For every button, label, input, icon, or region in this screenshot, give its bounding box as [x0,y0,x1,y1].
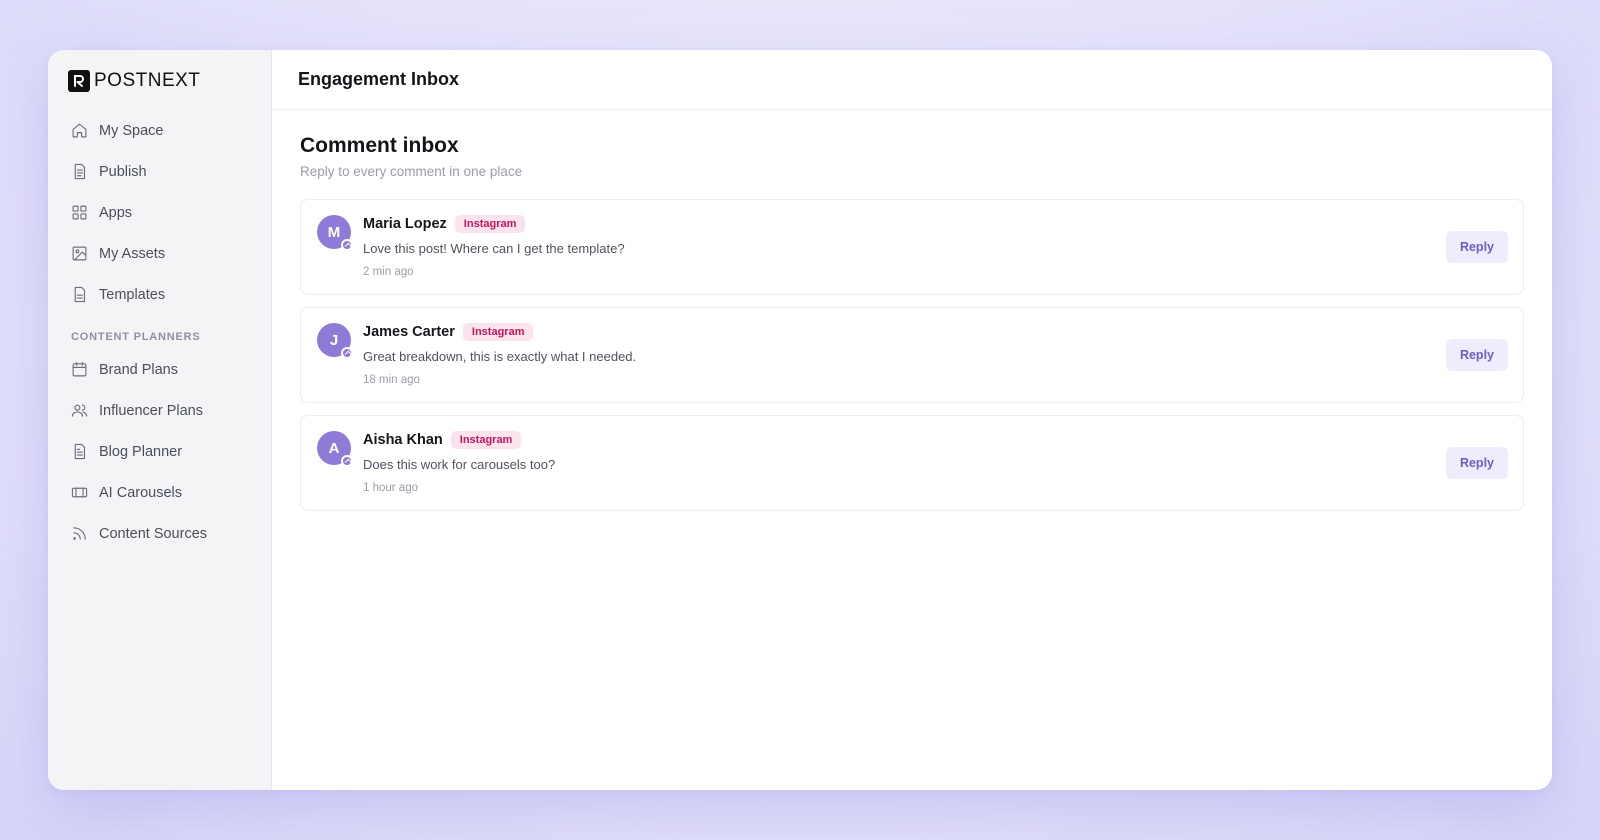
sidebar-item-brand-plans[interactable]: Brand Plans [68,349,251,390]
comment-timestamp: 18 min ago [363,374,420,386]
sidebar-item-label: Apps [99,204,133,221]
avatar: J [317,323,353,359]
sidebar: POSTNEXT My Space Publish Apps My Assets… [48,50,272,790]
sidebar-item-my-assets[interactable]: My Assets [68,233,251,274]
sidebar-item-label: My Space [99,122,164,139]
sidebar-item-label: AI Carousels [99,484,183,501]
commenter-name: Aisha Khan [363,432,443,448]
image-icon [72,246,87,261]
avatar-initial: M [327,223,341,241]
avatar-initial: A [328,439,340,457]
rss-icon [73,527,86,540]
platform-badge: Instagram [454,215,526,233]
calendar-icon [72,361,87,377]
sidebar-item-my-space[interactable]: My Space [68,110,251,151]
commenter-name: Maria Lopez [363,216,447,232]
comment-timestamp: 1 hour ago [363,482,418,494]
page-header: Engagement Inbox [272,50,1552,110]
sidebar-item-publish[interactable]: Publish [68,151,251,192]
main-panel: Engagement Inbox Comment inbox Reply to … [272,50,1552,790]
document-icon [74,163,86,180]
platform-link-icon [341,239,353,251]
comment-body: Aisha Khan Instagram Does this work for … [363,431,555,494]
comment-body: James Carter Instagram Great breakdown, … [363,323,636,386]
page-subtitle: Reply to every comment in one place [300,164,523,179]
sidebar-item-apps[interactable]: Apps [68,192,251,233]
reply-button[interactable]: Reply [1445,447,1508,479]
page-title: Comment inbox [300,134,459,157]
sidebar-item-blog-planner[interactable]: Blog Planner [68,431,251,472]
commenter-name: James Carter [363,324,455,340]
users-icon [71,404,88,417]
comment-card: A Aisha Khan Instagram Does this work fo… [300,415,1524,511]
sidebar-item-content-sources[interactable]: Content Sources [68,513,251,554]
window-title: Engagement Inbox [298,69,460,89]
sidebar-item-label: Publish [99,163,147,180]
sidebar-item-influencer-plans[interactable]: Influencer Plans [68,390,251,431]
comment-timestamp: 2 min ago [363,266,414,278]
sidebar-item-ai-carousels[interactable]: AI Carousels [68,472,251,513]
reply-button[interactable]: Reply [1445,339,1508,371]
carousel-icon [71,487,88,498]
avatar-initial: J [329,331,339,349]
comment-body: Maria Lopez Instagram Love this post! Wh… [363,215,625,278]
sidebar-item-label: Brand Plans [99,361,178,378]
section-label-content-planners: CONTENT PLANNERS [71,331,201,343]
platform-badge: Instagram [462,323,534,341]
app-window: POSTNEXT My Space Publish Apps My Assets… [48,50,1552,790]
file-icon [74,286,86,303]
sidebar-item-label: Templates [99,286,166,303]
reply-button[interactable]: Reply [1445,231,1508,263]
sidebar-item-label: Blog Planner [99,443,183,460]
platform-link-icon [341,455,353,467]
platform-link-icon [341,347,353,359]
sidebar-item-label: My Assets [99,245,166,262]
home-icon [72,123,87,138]
comment-list: M Maria Lopez Instagram Love this post! … [300,199,1524,511]
comment-text: Great breakdown, this is exactly what I … [363,349,637,364]
sidebar-item-label: Content Sources [99,525,208,542]
postnext-logo-icon [68,70,90,92]
avatar: A [317,431,353,467]
comment-text: Love this post! Where can I get the temp… [363,241,625,256]
brand-logo[interactable]: POSTNEXT [68,70,251,92]
grid-icon [72,205,87,220]
platform-badge: Instagram [450,431,522,449]
comment-card: J James Carter Instagram Great breakdown… [300,307,1524,403]
sidebar-item-templates[interactable]: Templates [68,274,251,315]
brand-name: POSTNEXT [94,70,201,91]
avatar: M [317,215,353,251]
file-text-icon [74,443,86,460]
sidebar-item-label: Influencer Plans [99,402,203,419]
comment-text: Does this work for carousels too? [363,457,556,472]
content-area: Comment inbox Reply to every comment in … [272,110,1552,535]
comment-card: M Maria Lopez Instagram Love this post! … [300,199,1524,295]
